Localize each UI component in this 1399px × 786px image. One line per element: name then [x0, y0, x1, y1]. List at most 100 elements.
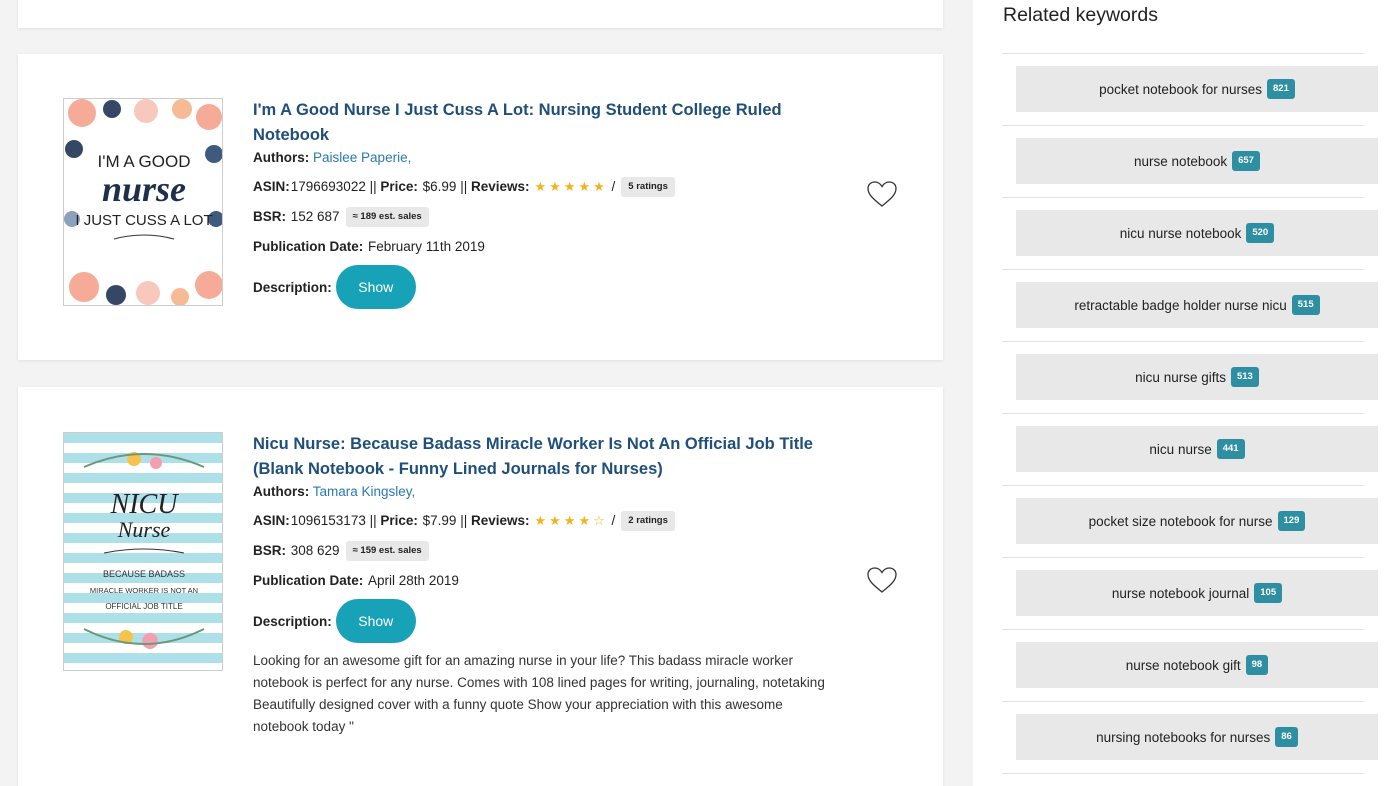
description-row: Description: Show	[253, 599, 843, 643]
asin-price-reviews-row: ASIN: 1796693022 || Price: $6.99 || Revi…	[253, 177, 843, 197]
result-card: NICU Nurse BECAUSE BADASS MIRACLE WORKER…	[18, 387, 943, 786]
related-keywords-panel: Related keywords pocket notebook for nur…	[973, 0, 1399, 786]
asin-value: 1096153173	[290, 513, 366, 528]
price-label: Price:	[380, 179, 418, 194]
related-keyword-item: nicu nurse gifts 513	[1002, 342, 1378, 414]
reviews-label: Reviews:	[470, 179, 530, 194]
description-row: Description: Show	[253, 265, 843, 309]
related-keyword-button[interactable]: nurse notebook 657	[1016, 138, 1378, 184]
est-sales-badge: ≈ 189 est. sales	[345, 207, 429, 227]
separator: ||	[456, 513, 471, 528]
related-keyword-item: nursing notebooks for nurses 86	[1002, 702, 1378, 774]
bsr-label: BSR:	[253, 543, 286, 558]
related-keyword-label: nursing notebooks for nurses	[1096, 729, 1271, 745]
heart-icon[interactable]	[866, 565, 898, 595]
result-card-previous	[18, 0, 943, 28]
related-keyword-item: nicu nurse 441	[1002, 414, 1378, 486]
price-label: Price:	[380, 513, 418, 528]
related-keyword-label: pocket size notebook for nurse	[1088, 513, 1273, 529]
related-keywords-title: Related keywords	[1003, 4, 1158, 26]
keyword-count-badge: 86	[1275, 727, 1298, 747]
keyword-count-badge: 441	[1216, 439, 1245, 459]
price-value: $6.99	[422, 179, 457, 194]
keyword-count-badge: 513	[1230, 367, 1259, 387]
related-keyword-item: pocket size notebook for nurse 129	[1002, 486, 1378, 558]
related-keyword-label: nicu nurse notebook	[1119, 225, 1242, 241]
show-description-button[interactable]: Show	[335, 265, 416, 309]
star-rating: ★★★★★	[534, 179, 608, 194]
book-cover-art-icon: NICU Nurse BECAUSE BADASS MIRACLE WORKER…	[64, 433, 222, 670]
bsr-label: BSR:	[253, 209, 286, 224]
separator: /	[607, 513, 616, 528]
reviews-label: Reviews:	[470, 513, 530, 528]
asin-value: 1796693022	[290, 179, 366, 194]
keyword-count-badge: 105	[1254, 583, 1283, 603]
related-keyword-button[interactable]: retractable badge holder nurse nicu 515	[1016, 282, 1378, 328]
related-keyword-item: nurse notebook journal 105	[1002, 558, 1378, 630]
related-keyword-button[interactable]: pocket notebook for nurses 821	[1016, 66, 1378, 112]
svg-text:NICU: NICU	[110, 489, 180, 520]
description-label: Description:	[253, 613, 332, 629]
related-keyword-button[interactable]: nursing notebooks for nurses 86	[1016, 714, 1378, 760]
book-title[interactable]: Nicu Nurse: Because Badass Miracle Worke…	[253, 432, 843, 482]
show-description-button[interactable]: Show	[335, 599, 416, 643]
keyword-count-badge: 98	[1245, 655, 1269, 675]
related-keyword-label: nicu nurse	[1149, 441, 1212, 457]
authors-line: Authors: Paislee Paperie,	[253, 149, 843, 167]
svg-text:BECAUSE BADASS: BECAUSE BADASS	[103, 569, 185, 579]
book-info: I'm A Good Nurse I Just Cuss A Lot: Nurs…	[253, 98, 843, 309]
keyword-count-badge: 129	[1277, 511, 1306, 531]
bsr-row: BSR: 152 687 ≈ 189 est. sales	[253, 207, 843, 227]
related-keyword-item: nurse notebook gift 98	[1002, 630, 1378, 702]
bsr-row: BSR: 308 629 ≈ 159 est. sales	[253, 541, 843, 561]
book-cover[interactable]: NICU Nurse BECAUSE BADASS MIRACLE WORKER…	[63, 432, 223, 671]
book-info: Nicu Nurse: Because Badass Miracle Worke…	[253, 432, 843, 738]
pubdate-row: Publication Date: April 28th 2019	[253, 571, 843, 591]
result-card: I'M A GOOD nurse I JUST CUSS A LOT I'm A…	[18, 54, 943, 360]
related-keyword-label: pocket notebook for nurses	[1099, 81, 1262, 97]
related-keyword-button[interactable]: nurse notebook journal 105	[1016, 570, 1378, 616]
bsr-value: 308 629	[290, 543, 340, 558]
svg-text:Nurse: Nurse	[117, 517, 171, 542]
related-keyword-label: retractable badge holder nurse nicu	[1074, 297, 1287, 313]
book-cover[interactable]: I'M A GOOD nurse I JUST CUSS A LOT	[63, 98, 223, 306]
pubdate-label: Publication Date:	[253, 239, 364, 254]
related-keyword-label: nicu nurse gifts	[1135, 369, 1226, 385]
asin-label: ASIN:	[253, 513, 290, 528]
authors-line: Authors: Tamara Kingsley,	[253, 483, 843, 501]
book-cover-art-icon: I'M A GOOD nurse I JUST CUSS A LOT	[64, 99, 222, 305]
asin-price-reviews-row: ASIN: 1096153173 || Price: $7.99 || Revi…	[253, 511, 843, 531]
price-value: $7.99	[422, 513, 457, 528]
author-link[interactable]: Paislee Paperie,	[313, 150, 411, 165]
keyword-count-badge: 515	[1291, 295, 1320, 315]
description-label: Description:	[253, 279, 332, 295]
related-keyword-item: pocket notebook for nurses 821	[1002, 54, 1378, 126]
ratings-count-badge: 5 ratings	[621, 177, 675, 197]
related-keyword-button[interactable]: nicu nurse gifts 513	[1016, 354, 1378, 400]
separator: ||	[456, 179, 471, 194]
related-keyword-label: nurse notebook	[1134, 153, 1228, 169]
asin-label: ASIN:	[253, 179, 290, 194]
svg-text:OFFICIAL JOB TITLE: OFFICIAL JOB TITLE	[105, 602, 182, 611]
bsr-value: 152 687	[290, 209, 340, 224]
svg-text:MIRACLE WORKER IS NOT AN: MIRACLE WORKER IS NOT AN	[90, 586, 198, 595]
svg-text:nurse: nurse	[102, 169, 186, 209]
description-text: Looking for an awesome gift for an amazi…	[253, 653, 825, 734]
separator: ||	[365, 513, 381, 528]
author-link[interactable]: Tamara Kingsley,	[313, 484, 416, 499]
related-keyword-button[interactable]: nicu nurse notebook 520	[1016, 210, 1378, 256]
separator: /	[607, 179, 616, 194]
related-keyword-button[interactable]: pocket size notebook for nurse 129	[1016, 498, 1378, 544]
authors-label: Authors:	[253, 150, 310, 165]
related-keyword-item: nicu nurse notebook 520	[1002, 198, 1378, 270]
pubdate-label: Publication Date:	[253, 573, 364, 588]
heart-icon[interactable]	[866, 179, 898, 209]
book-title[interactable]: I'm A Good Nurse I Just Cuss A Lot: Nurs…	[253, 98, 843, 148]
related-keyword-button[interactable]: nicu nurse 441	[1016, 426, 1378, 472]
est-sales-badge: ≈ 159 est. sales	[345, 541, 429, 561]
related-keyword-button[interactable]: nurse notebook gift 98	[1016, 642, 1378, 688]
ratings-count-badge: 2 ratings	[621, 511, 675, 531]
pubdate-value: February 11th 2019	[368, 239, 485, 254]
pubdate-value: April 28th 2019	[368, 573, 459, 588]
related-keyword-label: nurse notebook gift	[1125, 657, 1241, 673]
